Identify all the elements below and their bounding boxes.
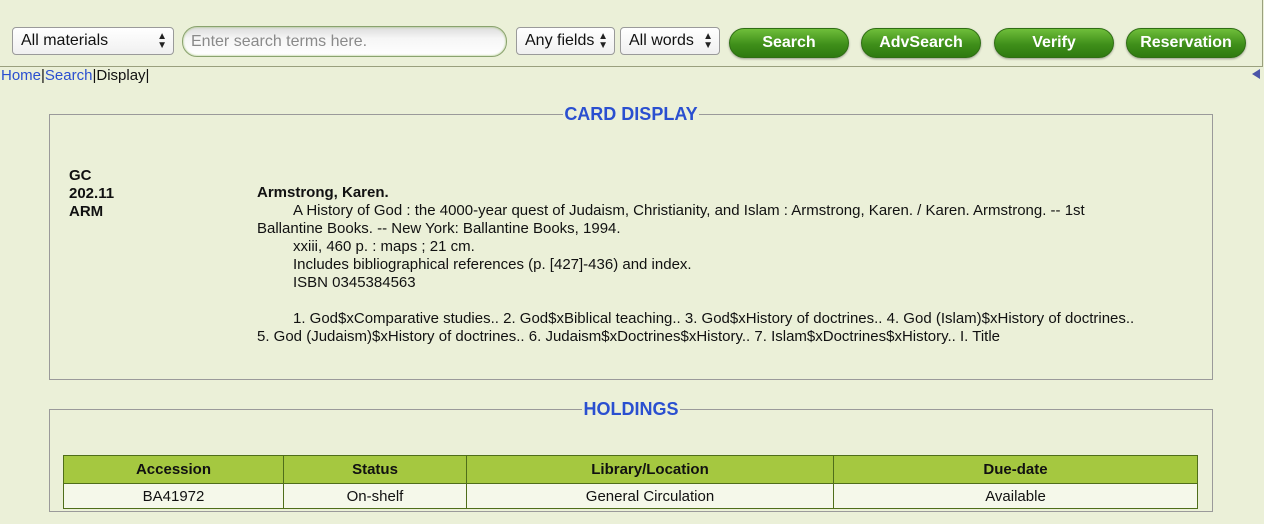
breadcrumb-separator: | [145, 67, 150, 84]
verify-button[interactable]: Verify [994, 28, 1114, 58]
record-subjects-line: 1. God$xComparative studies.. 2. God$xBi… [293, 310, 1135, 327]
column-header-accession: Accession [63, 455, 284, 484]
breadcrumb-current: Display [96, 67, 146, 84]
updown-arrows-icon: ▲ ▼ [703, 31, 713, 51]
location-cell: General Circulation [466, 483, 834, 509]
call-number-line: 202.11 [69, 185, 115, 202]
accession-cell: BA41972 [63, 483, 284, 509]
search-button[interactable]: Search [729, 28, 849, 58]
advsearch-button[interactable]: AdvSearch [861, 28, 981, 58]
record-spacer [257, 292, 1202, 310]
triangle-left-icon[interactable] [1252, 69, 1260, 79]
card-display-legend: CARD DISPLAY [564, 104, 698, 124]
updown-arrows-icon: ▲ ▼ [157, 31, 167, 51]
record-title-line: A History of God : the 4000-year quest o… [293, 202, 1085, 219]
call-number: GC 202.11 ARM [69, 167, 114, 221]
breadcrumb-search-link[interactable]: Search [45, 67, 93, 84]
holdings-legend: HOLDINGS [583, 399, 679, 419]
holdings-panel: HOLDINGS Accession Status Library/Locati… [49, 399, 1213, 512]
card-display-panel: CARD DISPLAY GC 202.11 ARM Armstrong, Ka… [49, 104, 1213, 380]
record-isbn: ISBN 0345384563 [293, 274, 416, 291]
fields-select[interactable]: Any fields ▲ ▼ [516, 27, 615, 55]
top-toolbar: All materials ▲▼ Any fields ▲▼ All words… [0, 0, 1263, 67]
holdings-table: Accession Status Library/Location Due-da… [63, 455, 1198, 509]
record-author: Armstrong, Karen. [257, 184, 389, 201]
words-select[interactable]: All words ▲ ▼ [620, 27, 720, 55]
record-physical-description: xxiii, 460 p. : maps ; 21 cm. [293, 238, 475, 255]
call-number-line: GC [69, 167, 92, 184]
words-select-label: All words [629, 32, 694, 49]
column-header-status: Status [283, 455, 467, 484]
record-subjects-line: 5. God (Judaism)$xHistory of doctrines..… [257, 328, 1001, 345]
breadcrumb: Home|Search|Display| [1, 67, 149, 85]
record-notes: Includes bibliographical references (p. … [293, 256, 692, 273]
record-title-line: Ballantine Books. -- New York: Ballantin… [257, 220, 621, 237]
materials-select-label: All materials [21, 32, 109, 49]
due-date-cell: Available [833, 483, 1198, 509]
materials-select[interactable]: All materials ▲ ▼ [12, 27, 174, 55]
search-input[interactable] [182, 26, 507, 57]
holdings-header-row: Accession Status Library/Location Due-da… [63, 455, 1198, 484]
column-header-due-date: Due-date [833, 455, 1198, 484]
reservation-button[interactable]: Reservation [1126, 28, 1246, 58]
column-header-location: Library/Location [466, 455, 834, 484]
updown-arrows-icon: ▲ ▼ [598, 31, 608, 51]
table-row: BA41972 On-shelf General Circulation Ava… [63, 483, 1198, 509]
bibliographic-record: Armstrong, Karen. A History of God : the… [257, 184, 1202, 346]
breadcrumb-home-link[interactable]: Home [1, 67, 41, 84]
status-cell: On-shelf [283, 483, 467, 509]
fields-select-label: Any fields [525, 32, 595, 49]
call-number-line: ARM [69, 203, 104, 220]
